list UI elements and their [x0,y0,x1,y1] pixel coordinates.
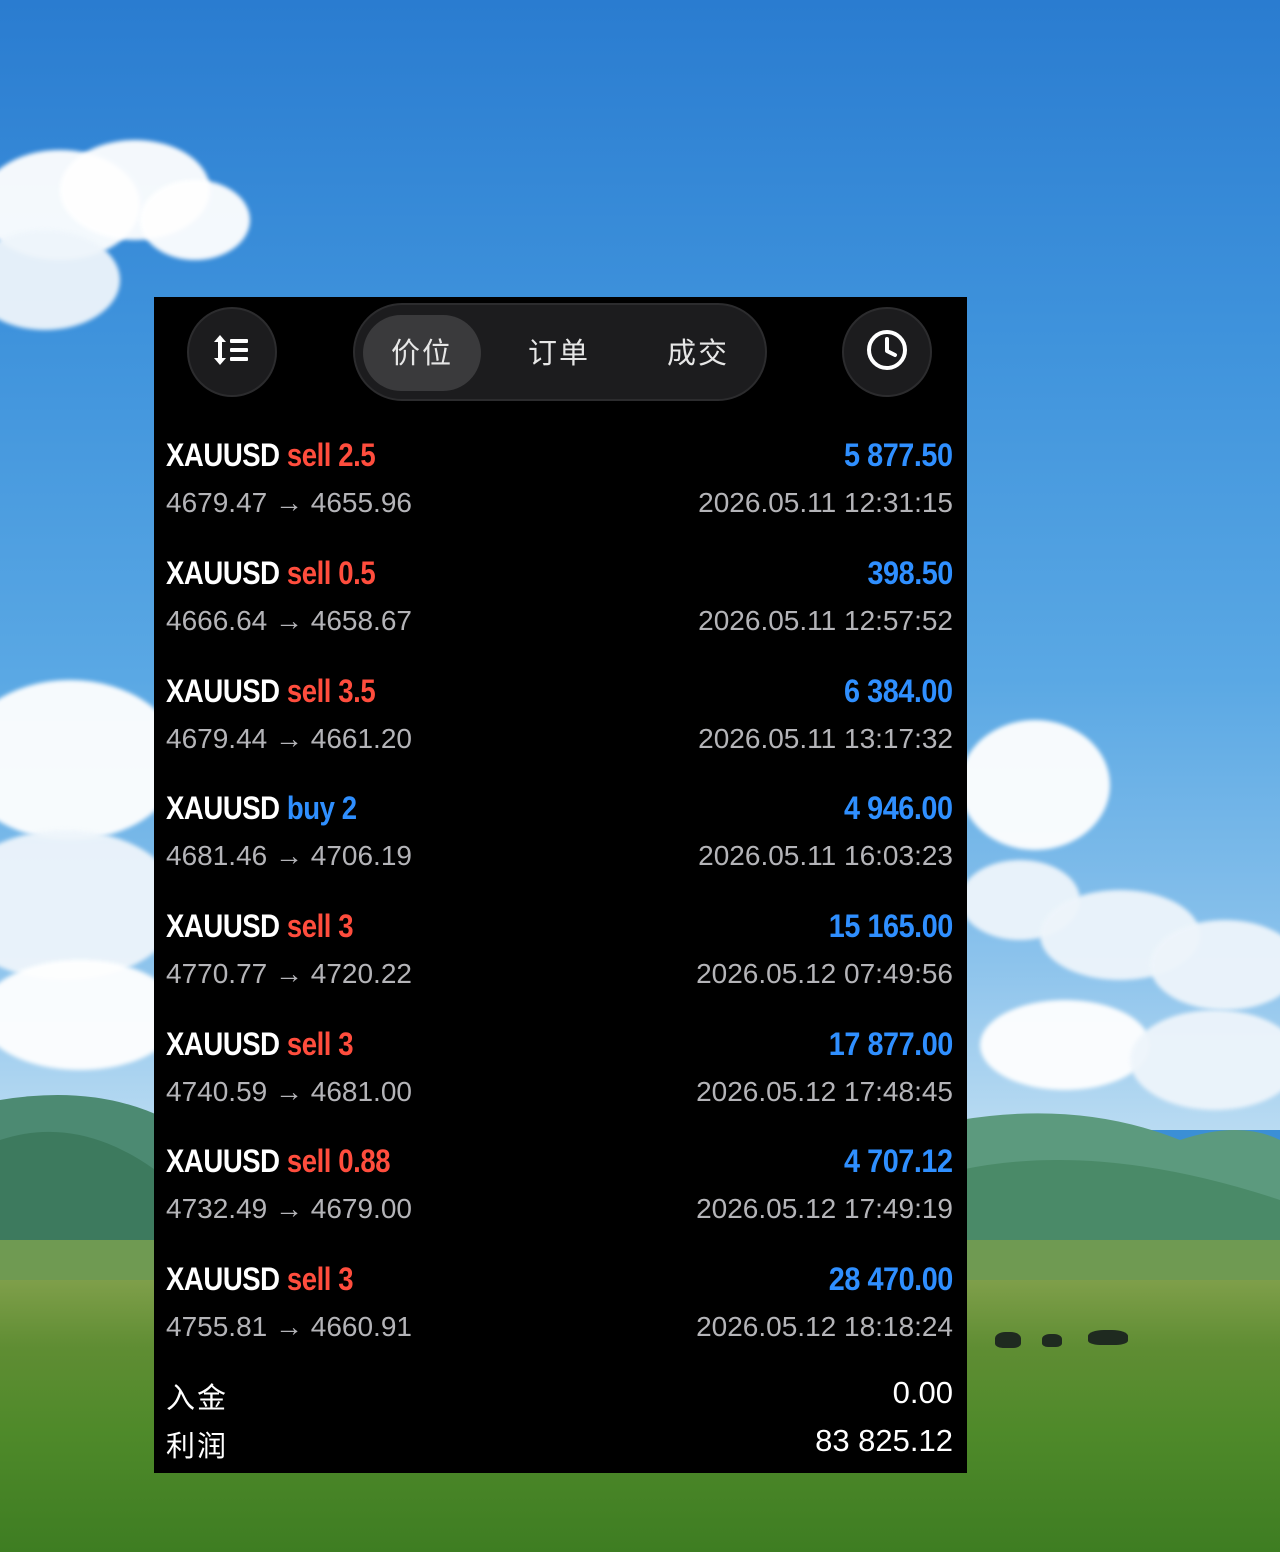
deal-direction: sell 3 [286,1026,354,1062]
deal-profit: 4 946.00 [844,790,953,826]
deal-prices: 4740.59 → 4681.00 [166,1076,412,1107]
deal-direction: sell 3 [286,908,354,944]
deal-row[interactable]: XAUUSD sell 2.5 5 877.50 4679.47 → 4655.… [166,437,953,547]
deal-profit: 5 877.50 [844,437,953,473]
deposit-label: 入金 [166,1381,229,1415]
deal-profit: 17 877.00 [828,1026,954,1062]
deposit-value: 0.00 [892,1375,953,1410]
deal-symbol: XAUUSD sell 3 [166,1261,354,1297]
deal-profit: 15 165.00 [828,908,954,944]
deal-time: 2026.05.11 12:57:52 [698,605,953,636]
deal-time: 2026.05.11 12:31:15 [698,487,953,518]
deal-direction: sell 0.5 [286,555,376,591]
deal-row[interactable]: XAUUSD sell 3.5 6 384.00 4679.44 → 4661.… [166,673,953,783]
cloud [960,720,1110,850]
tab-orders[interactable]: 订单 [500,315,618,391]
animal [995,1332,1021,1348]
deal-row[interactable]: XAUUSD buy 2 4 946.00 4681.46 → 4706.19 … [166,790,953,900]
deals-panel: 价位 订单 成交 XAUUSD sell 2.5 5 877.50 4679.4… [154,297,967,1473]
deal-row[interactable]: XAUUSD sell 0.88 4 707.12 4732.49 → 4679… [166,1143,953,1253]
deal-row[interactable]: XAUUSD sell 0.5 398.50 4666.64 → 4658.67… [166,555,953,665]
sort-button[interactable] [187,307,277,397]
deal-direction: sell 0.88 [286,1143,391,1179]
deal-symbol: XAUUSD sell 3.5 [166,673,376,709]
tab-price[interactable]: 价位 [363,315,481,391]
deal-time: 2026.05.11 16:03:23 [698,840,953,871]
deal-direction: buy 2 [286,790,357,826]
animal [1042,1334,1062,1347]
deal-symbol: XAUUSD sell 0.5 [166,555,376,591]
animal [1088,1330,1128,1345]
deal-symbol: XAUUSD sell 3 [166,1026,354,1062]
cloud [140,180,250,260]
deal-row[interactable]: XAUUSD sell 3 17 877.00 4740.59 → 4681.0… [166,1026,953,1136]
deal-time: 2026.05.12 18:18:24 [696,1311,953,1342]
deal-direction: sell 3 [286,1261,354,1297]
deal-profit: 398.50 [867,555,954,591]
deal-symbol: XAUUSD sell 0.88 [166,1143,391,1179]
deal-symbol: XAUUSD sell 2.5 [166,437,376,473]
deal-time: 2026.05.12 17:48:45 [696,1076,953,1107]
deal-time: 2026.05.12 07:49:56 [696,958,953,989]
deal-prices: 4666.64 → 4658.67 [166,605,412,636]
deal-time: 2026.05.12 17:49:19 [696,1193,953,1224]
deal-time: 2026.05.11 13:17:32 [698,723,953,754]
deal-direction: sell 3.5 [286,673,376,709]
history-button[interactable] [842,307,932,397]
deposit-row: 入金 0.00 [166,1375,953,1419]
tab-switcher: 价位 订单 成交 [353,303,767,401]
deal-row[interactable]: XAUUSD sell 3 15 165.00 4770.77 → 4720.2… [166,908,953,1018]
deal-profit: 6 384.00 [844,673,953,709]
deal-symbol: XAUUSD buy 2 [166,790,357,826]
sort-icon [212,333,252,371]
profit-total-value: 83 825.12 [815,1423,953,1458]
cloud [980,1000,1150,1090]
deal-profit: 4 707.12 [844,1143,953,1179]
tab-deals[interactable]: 成交 [639,315,757,391]
deal-prices: 4679.47 → 4655.96 [166,487,412,518]
deal-direction: sell 2.5 [286,437,376,473]
deal-prices: 4732.49 → 4679.00 [166,1193,412,1224]
deal-prices: 4770.77 → 4720.22 [166,958,412,989]
deal-prices: 4679.44 → 4661.20 [166,723,412,754]
deal-profit: 28 470.00 [828,1261,954,1297]
deal-prices: 4755.81 → 4660.91 [166,1311,412,1342]
deal-symbol: XAUUSD sell 3 [166,908,354,944]
profit-label: 利润 [166,1429,229,1463]
deal-prices: 4681.46 → 4706.19 [166,840,412,871]
clock-icon [865,328,909,376]
profit-row: 利润 83 825.12 [166,1423,953,1467]
deal-row[interactable]: XAUUSD sell 3 28 470.00 4755.81 → 4660.9… [166,1261,953,1371]
